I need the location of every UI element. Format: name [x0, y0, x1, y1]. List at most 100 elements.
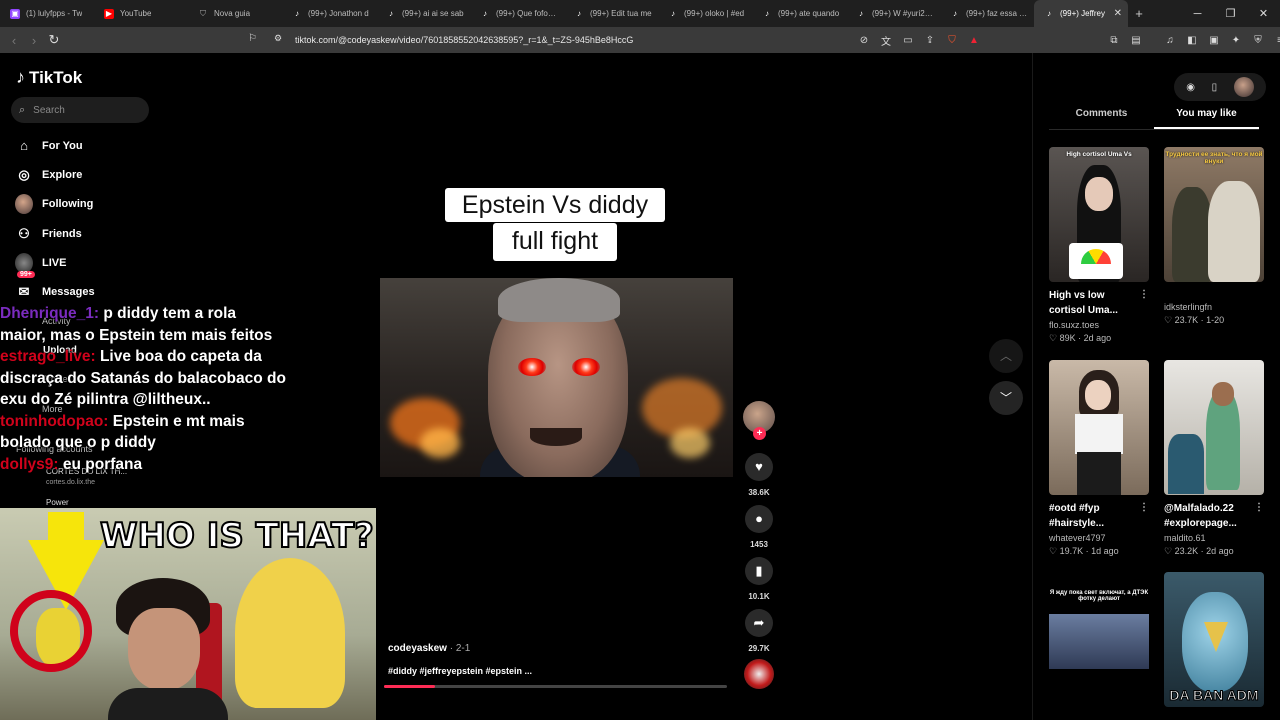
url-bar[interactable]: tiktok.com/@codeyaskew/video/76018585520…: [295, 27, 633, 53]
rewards-icon[interactable]: ▲: [966, 35, 982, 46]
video-description[interactable]: #diddy #jeffreyepstein #epstein ...: [388, 666, 532, 676]
bookmark-icon[interactable]: ⚐: [248, 33, 260, 47]
restore-icon[interactable]: ❐: [1214, 7, 1247, 20]
comment-icon[interactable]: ●: [745, 505, 773, 533]
window-controls: ─ ❐ ✕: [1181, 0, 1280, 27]
menu-icon[interactable]: ≡: [1272, 35, 1280, 46]
heart-icon: ♡: [1164, 546, 1173, 556]
browser-tab[interactable]: ♪ (99+) Jonathon d: [282, 0, 376, 27]
leo-icon[interactable]: ✦: [1228, 35, 1244, 46]
translate-icon[interactable]: 文: [878, 33, 894, 48]
close-tab-icon[interactable]: ✕: [1110, 8, 1122, 19]
chat-message: discraça do Satanás do balacobaco do: [0, 369, 286, 387]
chat-message: estrago_live: Live boa do capeta da: [0, 348, 262, 365]
mute-site-icon[interactable]: ⊘: [856, 35, 872, 46]
live-avatar: [15, 252, 33, 273]
share-count: 29.7K: [748, 644, 770, 653]
video-progress-bar[interactable]: [384, 685, 727, 688]
previous-video-chevron-up-icon[interactable]: ︿: [989, 339, 1023, 373]
coins-icon[interactable]: ◉: [1186, 82, 1195, 93]
close-window-icon[interactable]: ✕: [1247, 7, 1280, 20]
suggested-video-card[interactable]: ⋮ #ootd #fyp #hairstyle... whatever4797 …: [1049, 360, 1149, 557]
share-icon[interactable]: ⇪: [922, 35, 938, 46]
suggested-video-card[interactable]: Трудности ее знать, что я мой внуки idks…: [1164, 147, 1264, 326]
browser-tab[interactable]: ♪ (99+) Que fofos 🥺: [470, 0, 564, 27]
sidebar-item-following[interactable]: Following: [15, 190, 95, 219]
share-arrow-icon[interactable]: ➦: [745, 609, 773, 637]
comment-count: 1453: [750, 540, 768, 549]
follow-plus-icon[interactable]: +: [753, 427, 766, 440]
tiktok-icon: ♪: [295, 8, 299, 18]
save-count: 10.1K: [748, 592, 770, 601]
more-options-icon[interactable]: ⋮: [1254, 502, 1264, 513]
music-icon[interactable]: ♫: [1162, 35, 1178, 46]
messages-icon: ✉: [18, 284, 30, 300]
like-heart-icon[interactable]: ♥: [745, 453, 773, 481]
suggested-video-card[interactable]: Я жду пока свет включат, а ДТЭК фотку де…: [1049, 572, 1149, 707]
extensions-icon[interactable]: ⧉: [1106, 35, 1122, 46]
tab-comments[interactable]: Comments: [1049, 108, 1154, 129]
site-info-icon[interactable]: ⚙: [274, 33, 286, 47]
suggested-video-card[interactable]: DA BAN ADM: [1164, 572, 1264, 707]
video-frame[interactable]: [380, 278, 733, 477]
brave-shield-icon[interactable]: ⛉: [944, 35, 960, 46]
video-thumbnail[interactable]: Трудности ее знать, что я мой внуки: [1164, 147, 1264, 282]
reader-icon[interactable]: ▤: [1128, 35, 1144, 46]
chat-message: bolado que o p diddy: [0, 434, 156, 451]
user-avatar[interactable]: [1233, 77, 1254, 97]
bookmark-icon[interactable]: ▮: [745, 557, 773, 585]
video-author[interactable]: codeyaskew · 2-1: [388, 643, 470, 654]
back-icon[interactable]: ‹: [4, 33, 24, 48]
reload-icon[interactable]: ↻: [44, 32, 64, 48]
suggested-video-card[interactable]: ⋮ @Malfalado.22 #explorepage... maldito.…: [1164, 360, 1264, 557]
music-disc-icon[interactable]: [744, 659, 774, 689]
extensions: ⧉ ▤ ♫ ◧ ▣ ✦ ⛨ ≡: [1106, 27, 1280, 53]
browser-tab[interactable]: ▣ (1) lulyfpps - Tw: [0, 0, 94, 27]
next-video-chevron-down-icon[interactable]: ﹀: [989, 381, 1023, 415]
browser-tab[interactable]: ♪ (99+) ai ai se sab: [376, 0, 470, 27]
tiktok-icon: ♪: [859, 8, 863, 18]
search-input[interactable]: ⌕ Search: [11, 97, 149, 123]
who-is-that-headline: WHO IS THAT?: [99, 515, 375, 557]
browser-tab-active[interactable]: ♪ (99+) Jeffrey ✕: [1034, 0, 1128, 27]
video-progress-fill: [384, 685, 436, 688]
vpn-icon[interactable]: ⛨: [1250, 35, 1266, 46]
video-thumbnail[interactable]: Я жду пока свет включат, а ДТЭК фотку де…: [1049, 572, 1149, 707]
screen-icon[interactable]: ▭: [900, 35, 916, 46]
sidebar-item-for-you[interactable]: ⌂ For You: [15, 131, 95, 160]
browser-tab[interactable]: ♪ (99+) faz essa mu: [940, 0, 1034, 27]
new-tab-icon[interactable]: +: [1128, 6, 1150, 21]
streamer: [108, 578, 228, 720]
browser-tab[interactable]: ♪ (99+) ate quando: [752, 0, 846, 27]
browser-tab[interactable]: ♪ (99+) Edit tua me: [564, 0, 658, 27]
youtube-icon: ▶: [104, 8, 114, 19]
more-options-icon[interactable]: ⋮: [1139, 289, 1149, 300]
browser-tab[interactable]: ♪ (99+) oloko | #ed: [658, 0, 752, 27]
account-name-2[interactable]: Power: [46, 498, 69, 507]
browser-tab[interactable]: ▶ YouTube: [94, 0, 188, 27]
forward-icon[interactable]: ›: [24, 33, 44, 48]
tiktok-logo[interactable]: ♪ TikTok: [16, 67, 82, 88]
tab-you-may-like[interactable]: You may like: [1154, 108, 1259, 129]
chat-message: dollys9: eu porfana: [0, 455, 143, 473]
sidebar-item-friends[interactable]: ⚇ Friends: [15, 219, 95, 248]
sidebar-item-explore[interactable]: ◎ Explore: [15, 160, 95, 189]
device-icon[interactable]: ▯: [1212, 82, 1218, 93]
video-caption-line2: full fight: [493, 223, 617, 261]
video-thumbnail[interactable]: DA BAN ADM: [1164, 572, 1264, 707]
video-thumbnail[interactable]: [1164, 360, 1264, 495]
browser-tab[interactable]: ⛉ Nova guia: [188, 0, 282, 27]
browser-tab[interactable]: ♪ (99+) W #yuri22 #: [846, 0, 940, 27]
video-thumbnail[interactable]: High cortisol Uma Vs: [1049, 147, 1149, 282]
friends-icon: ⚇: [18, 225, 30, 241]
suggested-video-card[interactable]: High cortisol Uma Vs ⋮ High vs low corti…: [1049, 147, 1149, 344]
url-actions: ⊘ 文 ▭ ⇪ ⛉ ▲: [856, 27, 982, 53]
video-thumbnail[interactable]: [1049, 360, 1149, 495]
sidebar-icon[interactable]: ◧: [1184, 35, 1200, 46]
more-options-icon[interactable]: ⋮: [1139, 502, 1149, 513]
video-caption-line1: Epstein Vs diddy: [445, 188, 665, 222]
wallet-icon[interactable]: ▣: [1206, 35, 1222, 46]
tiktok-icon: ♪: [577, 8, 581, 18]
minimize-icon[interactable]: ─: [1181, 8, 1214, 20]
tiktok-icon: ♪: [1047, 8, 1051, 18]
